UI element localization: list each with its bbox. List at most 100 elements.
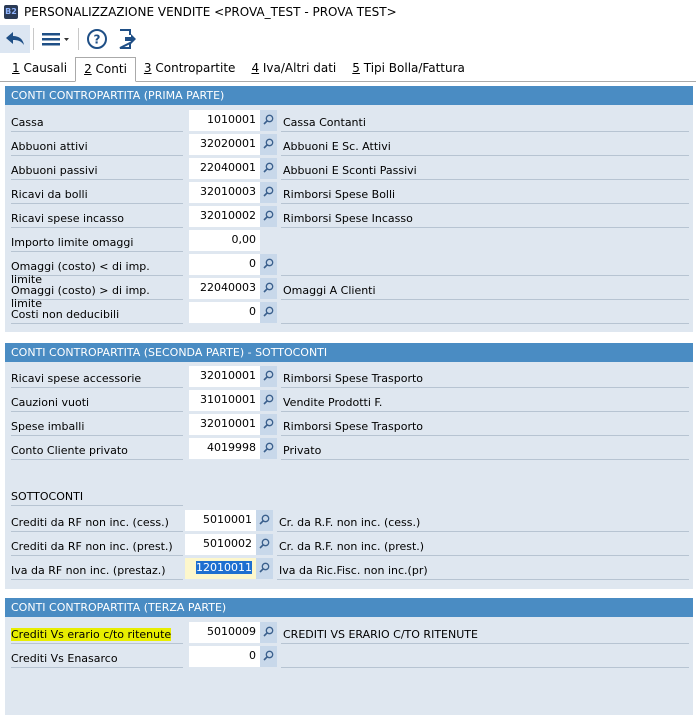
account-input[interactable]: 12010011 (185, 558, 256, 579)
account-value: 31010001 (200, 393, 256, 406)
field-label-text: Crediti Vs erario c/to ritenute (11, 628, 172, 641)
account-input[interactable]: 0,00 (189, 230, 260, 251)
account-value: 22040001 (200, 161, 256, 174)
field-label: Cauzioni vuoti (11, 392, 183, 412)
field-label-text: Cassa (11, 116, 44, 129)
lookup-button[interactable] (260, 438, 277, 459)
account-input[interactable]: 5010002 (185, 534, 256, 555)
account-input[interactable]: 31010001 (189, 390, 260, 411)
field-label: Omaggi (costo) > di imp. limite (11, 280, 183, 310)
lookup-button[interactable] (260, 390, 277, 411)
menu-button[interactable] (37, 25, 75, 53)
account-value: 5010001 (203, 513, 252, 526)
account-description: Cr. da R.F. non inc. (cess.) (277, 512, 689, 532)
section-seconda-parte: CONTI CONTROPARTITA (SECONDA PARTE) - SO… (5, 343, 693, 589)
search-icon (263, 418, 274, 432)
exit-button[interactable] (112, 25, 142, 53)
tab-2[interactable]: 2 Conti (75, 57, 136, 82)
account-input[interactable]: 22040003 (189, 278, 260, 299)
account-input[interactable]: 5010001 (185, 510, 256, 531)
lookup-button[interactable] (260, 110, 277, 131)
search-icon (263, 442, 274, 456)
lookup-button[interactable] (260, 206, 277, 227)
lookup-button[interactable] (260, 646, 277, 667)
account-input[interactable]: 0 (189, 254, 260, 275)
lookup-button[interactable] (256, 558, 273, 579)
account-input[interactable]: 32010003 (189, 182, 260, 203)
tab-3[interactable]: 3 Contropartite (136, 57, 244, 81)
account-input[interactable]: 32010002 (189, 206, 260, 227)
field-label: Ricavi da bolli (11, 184, 183, 204)
field-label-text: Crediti Vs Enasarco (11, 652, 118, 665)
lookup-button[interactable] (260, 414, 277, 435)
account-value: 32010002 (200, 209, 256, 222)
form-row: Crediti Vs Enasarco 0 (5, 646, 693, 668)
lookup-button[interactable] (260, 158, 277, 179)
tab-hotkey: 4 (251, 61, 260, 75)
field-label-text: Importo limite omaggi (11, 236, 134, 249)
tab-hotkey: 3 (143, 61, 152, 75)
field-label: Crediti Vs Enasarco (11, 648, 183, 668)
form-row: Omaggi (costo) < di imp. limite 0 (5, 254, 693, 286)
lookup-button[interactable] (256, 510, 273, 531)
account-input[interactable]: 0 (189, 302, 260, 323)
search-icon (263, 282, 274, 296)
account-description: CREDITI VS ERARIO C/TO RITENUTE (281, 624, 689, 644)
lookup-button[interactable] (260, 254, 277, 275)
account-input[interactable]: 22040001 (189, 158, 260, 179)
lookup-button[interactable] (260, 302, 277, 323)
form-row: Omaggi (costo) > di imp. limite 22040003 O… (5, 278, 693, 310)
account-input[interactable]: 32020001 (189, 134, 260, 155)
account-value: 0 (249, 649, 256, 662)
search-icon (263, 626, 274, 640)
account-input[interactable]: 32010001 (189, 366, 260, 387)
form-row: Ricavi spese accessorie 32010001 Rimborsi … (5, 366, 693, 388)
tab-hotkey: 1 (12, 61, 20, 75)
form-row: Crediti Vs erario c/to ritenute 5010009 CR… (5, 622, 693, 644)
account-input[interactable]: 5010009 (189, 622, 260, 643)
form-row: Crediti da RF non inc. (prest.) 5010002 Cr… (5, 534, 693, 556)
exit-icon (119, 29, 136, 49)
account-input[interactable]: 4019998 (189, 438, 260, 459)
lookup-button[interactable] (260, 622, 277, 643)
account-input[interactable]: 0 (189, 646, 260, 667)
toolbar-separator (33, 28, 34, 50)
form-row: Iva da RF non inc. (prestaz.) 12010011 Iva… (5, 558, 693, 580)
section-header: CONTI CONTROPARTITA (TERZA PARTE) (5, 598, 693, 617)
tab-bar: 1 Causali 2 Conti 3 Contropartite 4 Iva/Alt… (0, 57, 696, 82)
lookup-button[interactable] (260, 366, 277, 387)
field-label: Crediti Vs erario c/to ritenute (11, 624, 183, 644)
tab-4[interactable]: 4 Iva/Altri dati (243, 57, 344, 81)
tab-label: Tipi Bolla/Fattura (359, 61, 465, 75)
lookup-button[interactable] (260, 134, 277, 155)
account-input[interactable]: 32010001 (189, 414, 260, 435)
account-description: Rimborsi Spese Trasporto (281, 416, 689, 436)
back-button[interactable] (0, 25, 30, 53)
tab-label: Conti (91, 62, 127, 76)
help-button[interactable]: ? (82, 25, 112, 53)
field-label: Ricavi spese incasso (11, 208, 183, 228)
field-label: Omaggi (costo) < di imp. limite (11, 256, 183, 286)
field-label: Crediti da RF non inc. (prest.) (11, 536, 183, 556)
account-description: Rimborsi Spese Bolli (281, 184, 689, 204)
account-input[interactable]: 1010001 (189, 110, 260, 131)
account-value: 32010001 (200, 417, 256, 430)
section-terza-parte: CONTI CONTROPARTITA (TERZA PARTE) Credit… (5, 598, 693, 715)
field-label-text: Ricavi spese incasso (11, 212, 125, 225)
lookup-button[interactable] (260, 278, 277, 299)
search-icon (259, 514, 270, 528)
search-icon (263, 186, 274, 200)
form-row: Spese imballi 32010001 Rimborsi Spese Tras… (5, 414, 693, 436)
form-row: Cauzioni vuoti 31010001 Vendite Prodotti F… (5, 390, 693, 412)
search-icon (263, 162, 274, 176)
field-label-text: Abbuoni passivi (11, 164, 98, 177)
account-description: Abbuoni E Sconti Passivi (281, 160, 689, 180)
account-description: Vendite Prodotti F. (281, 392, 689, 412)
lookup-button[interactable] (260, 182, 277, 203)
field-label-text: Cauzioni vuoti (11, 396, 90, 409)
tab-5[interactable]: 5 Tipi Bolla/Fattura (344, 57, 473, 81)
lookup-button[interactable] (256, 534, 273, 555)
search-icon (263, 114, 274, 128)
tab-hotkey: 2 (84, 62, 92, 76)
tab-1[interactable]: 1 Causali (4, 57, 75, 81)
